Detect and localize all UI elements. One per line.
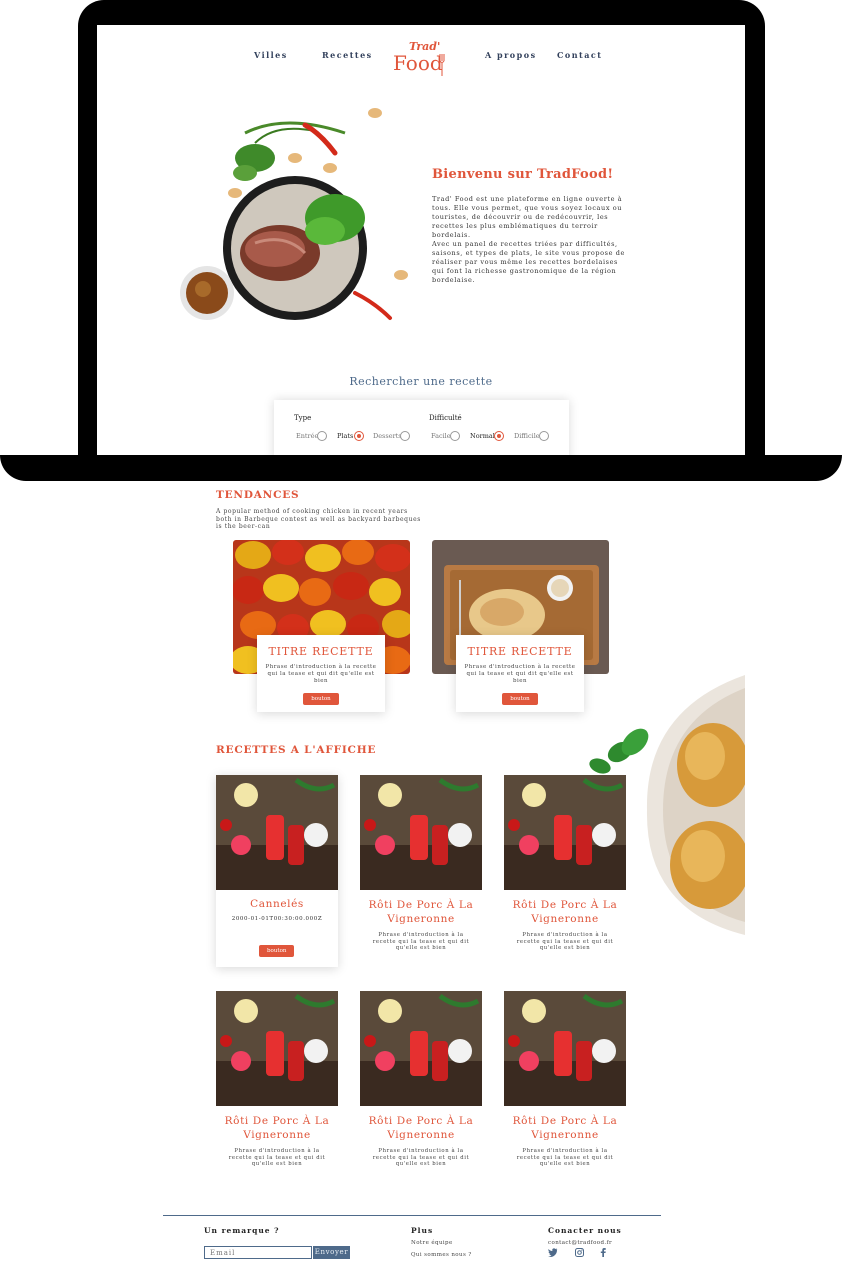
hero-paragraph-1: Trad' Food est une plateforme en ligne o… <box>432 195 623 239</box>
facebook-icon[interactable] <box>600 1248 606 1257</box>
recipe-image <box>216 775 338 890</box>
trend-card-title: TITRE RECETTE <box>467 645 573 658</box>
hero-paragraph-2: Avec un panel de recettes triées par dif… <box>432 240 625 284</box>
featured-recipe-button[interactable]: bouton <box>259 945 295 957</box>
recipe-desc: Phrase d'introduction à la recette qui l… <box>228 1148 326 1167</box>
trend-card-desc: Phrase d'introduction à la recette qui l… <box>464 664 576 684</box>
featured-recipe-title: Cannelés <box>250 898 304 910</box>
trend-card-desc: Phrase d'introduction à la recette qui l… <box>265 664 377 684</box>
type-option-desserts: Desserts <box>373 432 402 440</box>
type-radio-desserts[interactable] <box>400 431 410 441</box>
hero-title: Bienvenu sur TradFood! <box>432 167 614 182</box>
tendances-title: TENDANCES <box>216 489 300 501</box>
nav-apropos[interactable]: A propos <box>485 50 537 60</box>
difficulty-radio-normal[interactable] <box>494 431 504 441</box>
hero-dish-image <box>180 108 408 320</box>
laptop-base <box>0 455 842 481</box>
trend-card-1: TITRE RECETTE Phrase d'introduction à la… <box>257 635 385 712</box>
recipe-image <box>216 991 338 1106</box>
recipe-desc: Phrase d'introduction à la recette qui l… <box>516 1148 614 1167</box>
affiche-title: RECETTES A L'AFFICHE <box>216 744 377 756</box>
footer-contact-email[interactable]: contact@tradfood.fr <box>548 1240 612 1246</box>
featured-recipe-date: 2000-01-01T00:30:00.000Z <box>231 916 323 922</box>
recipe-title[interactable]: Rôti De Porc À La Vigneronne <box>504 1114 626 1142</box>
recipe-title[interactable]: Rôti De Porc À La Vigneronne <box>504 898 626 926</box>
fork-icon <box>439 54 445 76</box>
footer-contact-title: Conacter nous <box>548 1226 622 1235</box>
send-button[interactable]: Envoyer <box>313 1246 350 1259</box>
twitter-icon[interactable] <box>548 1248 558 1257</box>
tendances-subtitle: A popular method of cooking chicken in r… <box>216 508 421 530</box>
recipe-desc: Phrase d'introduction à la recette qui l… <box>372 932 470 951</box>
logo-line2: Food <box>393 51 443 75</box>
difficulty-radio-difficile[interactable] <box>539 431 549 441</box>
difficulty-option-facile: Facile <box>431 432 451 440</box>
nav-recettes[interactable]: Recettes <box>322 50 373 60</box>
laptop-screen: Villes Recettes Trad' Food A propos Cont… <box>97 25 745 455</box>
recipe-desc: Phrase d'introduction à la recette qui l… <box>372 1148 470 1167</box>
trend-card-button[interactable]: bouton <box>502 693 538 705</box>
trend-card-button[interactable]: bouton <box>303 693 339 705</box>
difficulty-option-normal: Normal <box>470 432 495 440</box>
nav-villes[interactable]: Villes <box>254 50 288 60</box>
type-option-plats: Plats <box>337 432 354 440</box>
instagram-icon[interactable] <box>575 1248 584 1257</box>
nav-contact[interactable]: Contact <box>557 50 602 60</box>
recipe-image <box>360 991 482 1106</box>
recipe-title[interactable]: Rôti De Porc À La Vigneronne <box>360 898 482 926</box>
type-radio-entree[interactable] <box>317 431 327 441</box>
difficulty-label: Difficulté <box>429 414 462 422</box>
footer-link-equipe[interactable]: Notre équipe <box>411 1240 453 1246</box>
recipe-title[interactable]: Rôti De Porc À La Vigneronne <box>216 1114 338 1142</box>
footer-link-qui[interactable]: Qui sommes nous ? <box>411 1252 472 1258</box>
footer-remark-title: Un remarque ? <box>204 1226 280 1235</box>
email-input[interactable] <box>204 1246 312 1259</box>
search-panel: Type Entrée Plats Desserts Difficulté Fa… <box>274 400 569 455</box>
recipe-image <box>504 775 626 890</box>
type-radio-plats[interactable] <box>354 431 364 441</box>
type-label: Type <box>294 414 312 422</box>
recipe-desc: Phrase d'introduction à la recette qui l… <box>516 932 614 951</box>
footer-plus-title: Plus <box>411 1226 434 1235</box>
trend-card-2: TITRE RECETTE Phrase d'introduction à la… <box>456 635 584 712</box>
type-option-entree: Entrée <box>296 432 319 440</box>
logo[interactable]: Trad' Food <box>393 40 449 80</box>
trend-card-title: TITRE RECETTE <box>268 645 374 658</box>
difficulty-radio-facile[interactable] <box>450 431 460 441</box>
footer-divider <box>163 1215 661 1216</box>
difficulty-option-difficile: Difficile <box>514 432 540 440</box>
recipe-title[interactable]: Rôti De Porc À La Vigneronne <box>360 1114 482 1142</box>
recipe-image <box>360 775 482 890</box>
search-title: Rechercher une recette <box>349 375 493 388</box>
recipe-image <box>504 991 626 1106</box>
